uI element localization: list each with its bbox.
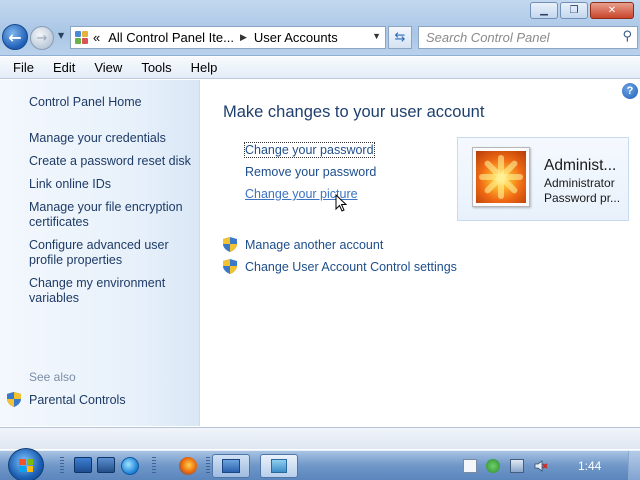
internet-explorer-icon[interactable]	[121, 457, 139, 475]
remove-password-link[interactable]: Remove your password	[245, 165, 376, 179]
search-icon[interactable]: ⚲	[622, 29, 632, 44]
breadcrumb-separator-icon[interactable]: ▶	[240, 32, 247, 43]
maximize-button[interactable]: ❐	[560, 2, 588, 19]
advanced-profile-properties-link[interactable]: Configure advanced user profile properti…	[29, 238, 179, 268]
user-name: Administ...	[544, 157, 617, 174]
forward-arrow-icon: →	[36, 30, 48, 46]
menu-file[interactable]: File	[13, 60, 34, 75]
parental-controls-label: Parental Controls	[29, 392, 126, 407]
menu-help[interactable]: Help	[191, 60, 218, 75]
back-arrow-icon: ←	[8, 27, 22, 47]
uac-settings-label: Change User Account Control settings	[245, 259, 457, 274]
taskbar-button-remote-desktop[interactable]	[212, 454, 250, 478]
address-bar[interactable]: « All Control Panel Ite... ▶ User Accoun…	[70, 26, 386, 49]
password-reset-disk-link[interactable]: Create a password reset disk	[29, 154, 194, 169]
taskbar-button-control-panel[interactable]	[260, 454, 298, 478]
manage-another-account-link[interactable]: Manage another account	[223, 237, 383, 252]
close-button[interactable]: ✕	[590, 2, 634, 19]
network-tray-icon[interactable]	[510, 459, 524, 473]
clock[interactable]: 1:44	[578, 459, 601, 473]
menu-edit[interactable]: Edit	[53, 60, 75, 75]
environment-variables-link[interactable]: Change my environment variables	[29, 276, 179, 306]
uac-shield-icon	[223, 237, 237, 252]
toolbar-grip[interactable]	[206, 457, 210, 475]
change-password-link[interactable]: Change your password	[244, 142, 375, 158]
manage-another-account-label: Manage another account	[245, 237, 384, 252]
menu-view[interactable]: View	[94, 60, 122, 75]
task-pane: Control Panel Home Manage your credentia…	[0, 80, 200, 426]
title-bar: ▁ ❐ ✕ ← → ▼ « All Control Panel Ite... ▶…	[0, 0, 640, 56]
page-title: Make changes to your user account	[223, 103, 485, 121]
manage-credentials-link[interactable]: Manage your credentials	[29, 131, 194, 146]
minimize-button[interactable]: ▁	[530, 2, 558, 19]
address-dropdown-icon[interactable]: ▼	[372, 31, 381, 41]
refresh-icon: ⇆	[394, 30, 406, 45]
show-desktop-button[interactable]	[628, 451, 640, 480]
volume-muted-icon[interactable]	[534, 459, 548, 473]
main-content: ? Make changes to your user account Chan…	[201, 80, 640, 426]
uac-shield-icon	[7, 392, 21, 407]
help-icon[interactable]: ?	[622, 83, 638, 99]
breadcrumb-all-control-panel[interactable]: All Control Panel Ite...	[108, 30, 234, 45]
password-status: Password pr...	[544, 191, 621, 205]
control-panel-icon	[75, 30, 89, 45]
switch-windows-icon[interactable]	[97, 457, 115, 473]
status-bar	[0, 427, 640, 449]
uac-settings-link[interactable]: Change User Account Control settings	[223, 259, 457, 274]
forward-button[interactable]: →	[30, 26, 54, 50]
flower-picture-icon	[476, 151, 526, 203]
security-tray-icon[interactable]	[486, 459, 500, 473]
taskbar: 1:44	[0, 448, 640, 480]
mouse-cursor-icon	[335, 194, 347, 212]
show-desktop-icon[interactable]	[74, 457, 92, 473]
uac-shield-icon	[223, 259, 237, 274]
menu-tools[interactable]: Tools	[141, 60, 171, 75]
windows-logo-icon	[19, 458, 33, 472]
link-online-ids-link[interactable]: Link online IDs	[29, 177, 194, 192]
search-box[interactable]: ⚲	[418, 26, 638, 49]
parental-controls-link[interactable]: Parental Controls	[7, 392, 126, 407]
avatar	[472, 147, 530, 207]
recent-pages-dropdown[interactable]: ▼	[58, 31, 64, 40]
control-panel-home-link[interactable]: Control Panel Home	[29, 95, 194, 110]
see-also-label: See also	[29, 370, 76, 384]
start-button[interactable]	[8, 448, 44, 480]
account-type: Administrator	[544, 176, 615, 190]
menu-bar: File Edit View Tools Help	[0, 57, 640, 79]
search-input[interactable]	[419, 27, 609, 48]
window-controls: ▁ ❐ ✕	[528, 2, 634, 19]
monitor-icon	[222, 459, 240, 473]
address-overflow-chevron[interactable]: «	[93, 30, 100, 45]
toolbar-grip[interactable]	[60, 457, 64, 475]
user-account-card: Administ... Administrator Password pr...	[457, 137, 629, 221]
document-tray-icon[interactable]	[463, 459, 477, 473]
file-encryption-certificates-link[interactable]: Manage your file encryption certificates	[29, 200, 189, 230]
breadcrumb-user-accounts[interactable]: User Accounts	[254, 30, 338, 45]
firefox-icon[interactable]	[179, 457, 197, 475]
back-button[interactable]: ←	[2, 24, 28, 50]
control-panel-icon	[271, 459, 287, 473]
toolbar-grip[interactable]	[152, 457, 156, 475]
refresh-button[interactable]: ⇆	[388, 26, 412, 49]
